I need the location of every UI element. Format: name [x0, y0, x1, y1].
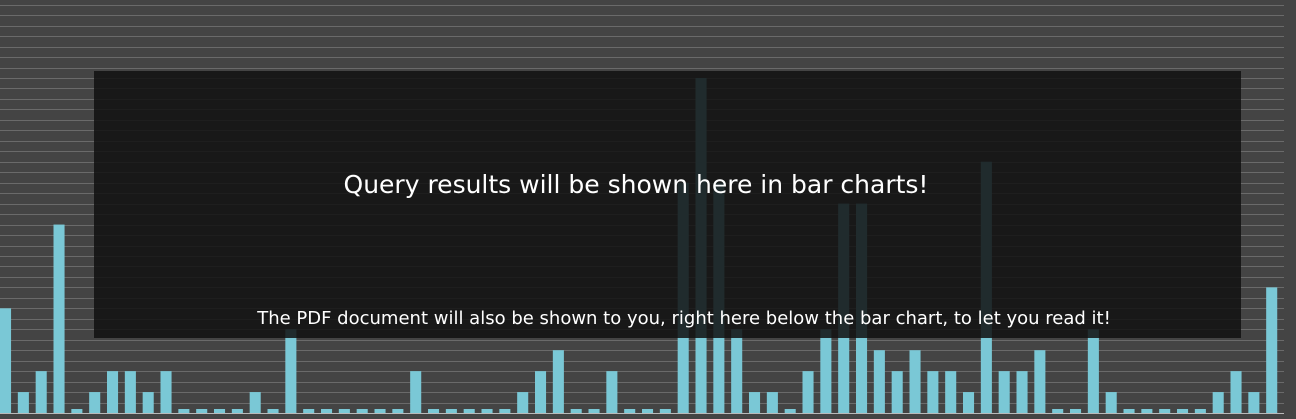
bar — [71, 409, 83, 413]
bar — [642, 409, 654, 413]
bar — [945, 371, 957, 414]
bar — [53, 224, 65, 413]
bar — [998, 371, 1010, 414]
bar — [588, 409, 600, 413]
bar — [463, 409, 475, 413]
bar — [749, 392, 761, 413]
bar — [196, 409, 208, 413]
bar — [321, 409, 333, 413]
bar — [1123, 409, 1135, 413]
chart-area: Query results will be shown here in bar … — [0, 0, 1296, 419]
bar — [410, 371, 422, 414]
bar — [1159, 409, 1171, 413]
bar — [445, 409, 457, 413]
bar — [17, 392, 29, 413]
bar — [927, 371, 939, 414]
bar — [374, 409, 386, 413]
bar — [820, 329, 832, 413]
bar — [481, 409, 493, 413]
bar — [0, 308, 12, 413]
placeholder-subline: The PDF document will also be shown to y… — [257, 308, 1111, 329]
bar — [891, 371, 903, 414]
bar — [1052, 409, 1064, 413]
bar — [1016, 371, 1028, 414]
bar — [1070, 409, 1082, 413]
bar — [142, 392, 154, 413]
bar — [1212, 392, 1224, 413]
bar — [909, 350, 921, 413]
bar — [731, 329, 743, 413]
bar — [963, 392, 975, 413]
bar — [267, 409, 279, 413]
placeholder-overlay — [94, 71, 1241, 338]
bar — [1105, 392, 1117, 413]
bar — [606, 371, 618, 414]
bar — [802, 371, 814, 414]
bar — [231, 409, 243, 413]
bar — [338, 409, 350, 413]
bar — [1266, 287, 1278, 414]
bar — [535, 371, 547, 414]
bar — [303, 409, 315, 413]
bar — [249, 392, 261, 413]
bar — [766, 392, 778, 413]
bar — [1141, 409, 1153, 413]
bar — [659, 409, 671, 413]
bar — [124, 371, 136, 414]
bar — [160, 371, 172, 414]
bar — [1034, 350, 1046, 413]
placeholder-headline: Query results will be shown here in bar … — [343, 170, 929, 199]
bar — [89, 392, 101, 413]
bar — [1248, 392, 1260, 413]
bar — [107, 371, 119, 414]
bar — [1230, 371, 1242, 414]
bar — [285, 329, 297, 413]
bar — [392, 409, 404, 413]
bar — [35, 371, 47, 414]
bar — [784, 409, 796, 413]
bar — [552, 350, 564, 413]
bar — [214, 409, 226, 413]
bar — [570, 409, 582, 413]
bar — [428, 409, 440, 413]
bar — [1194, 409, 1206, 413]
bar — [356, 409, 368, 413]
bar — [499, 409, 511, 413]
bar — [873, 350, 885, 413]
bar — [1177, 409, 1189, 413]
bar — [1087, 329, 1099, 413]
bar — [517, 392, 529, 413]
bar — [178, 409, 190, 413]
bar — [624, 409, 636, 413]
